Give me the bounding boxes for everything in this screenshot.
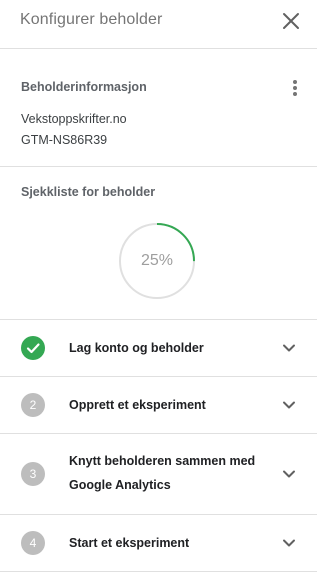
check-icon bbox=[26, 343, 40, 354]
close-button[interactable] bbox=[279, 9, 303, 33]
progress-percent: 25% bbox=[140, 252, 174, 269]
panel-header: Konfigurer beholder bbox=[0, 0, 317, 49]
checklist-step-1[interactable]: Lag konto og beholder bbox=[0, 320, 317, 377]
chevron-down-icon[interactable] bbox=[280, 396, 298, 414]
panel-title: Konfigurer beholder bbox=[20, 11, 163, 28]
checklist-step-2[interactable]: 2 Opprett et eksperiment bbox=[0, 377, 317, 434]
step-number-badge: 4 bbox=[21, 531, 45, 555]
container-id: GTM-NS86R39 bbox=[21, 133, 108, 147]
chevron-down-icon[interactable] bbox=[280, 465, 298, 483]
container-info-title: Beholderinformasjon bbox=[21, 80, 147, 94]
step-label-line-1: Knytt beholderen sammen med bbox=[69, 454, 256, 468]
step-label: Lag konto og beholder bbox=[69, 341, 204, 355]
step-label: Opprett et eksperiment bbox=[69, 398, 206, 412]
checklist-section: Sjekkliste for beholder 25% bbox=[0, 167, 317, 320]
container-info-section: Beholderinformasjon Vekstoppskrifter.no … bbox=[0, 49, 317, 167]
step-complete-badge bbox=[21, 336, 45, 360]
close-icon bbox=[283, 13, 299, 29]
step-label-line-2: Google Analytics bbox=[69, 478, 171, 492]
step-number-badge: 3 bbox=[21, 462, 45, 486]
more-options-button[interactable] bbox=[285, 78, 305, 100]
chevron-down-icon[interactable] bbox=[280, 339, 298, 357]
checklist-step-4[interactable]: 4 Start et eksperiment bbox=[0, 515, 317, 572]
chevron-down-icon[interactable] bbox=[280, 534, 298, 552]
more-vert-icon bbox=[285, 80, 305, 96]
step-number-badge: 2 bbox=[21, 393, 45, 417]
checklist-step-3[interactable]: 3 Knytt beholderen sammen med Google Ana… bbox=[0, 434, 317, 515]
step-label: Start et eksperiment bbox=[69, 536, 190, 550]
container-name: Vekstoppskrifter.no bbox=[21, 112, 127, 126]
step-label: Knytt beholderen sammen med Google Analy… bbox=[69, 449, 255, 497]
checklist-title: Sjekkliste for beholder bbox=[21, 185, 156, 199]
